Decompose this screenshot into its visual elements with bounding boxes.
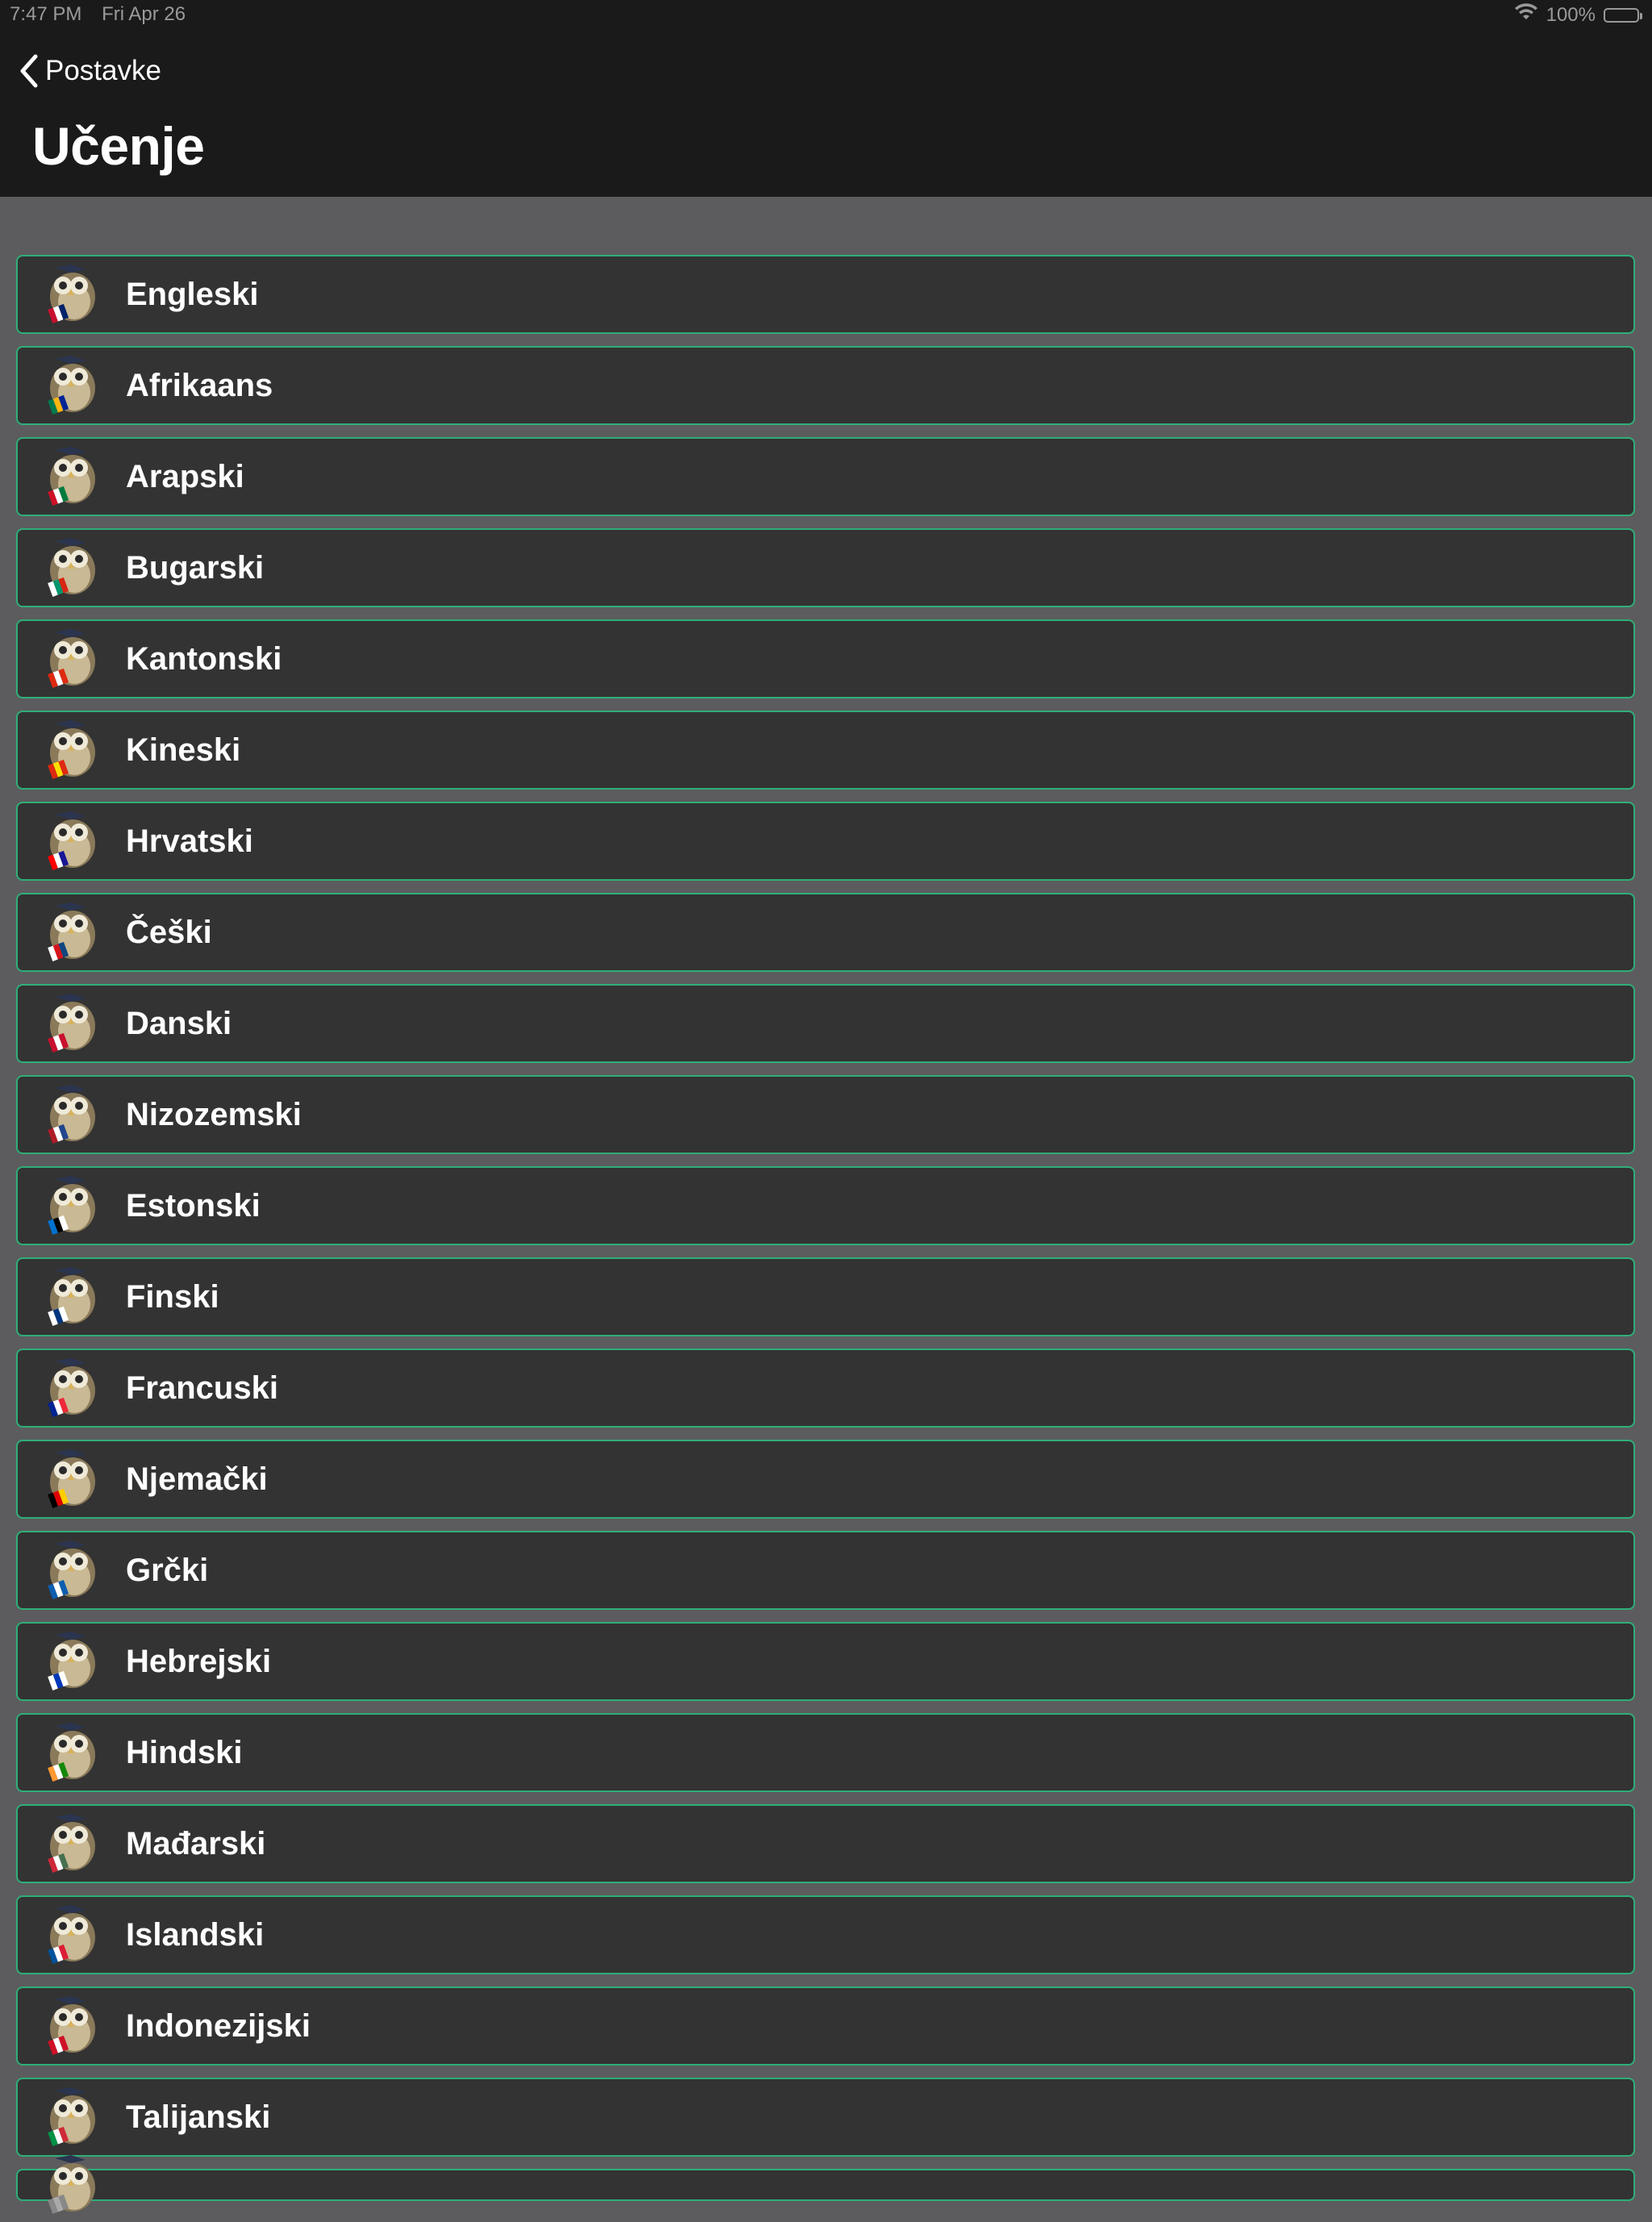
status-bar: 7:47 PM Fri Apr 26 100% <box>0 0 1652 32</box>
list-item-label: Kineski <box>126 732 241 768</box>
list-item-label: Indonezijski <box>126 2007 311 2044</box>
list-item-label: Hrvatski <box>126 823 253 859</box>
list-item[interactable]: Bugarski <box>16 528 1635 607</box>
list-item-label: Bugarski <box>126 549 265 586</box>
owl-flag-greece-icon <box>39 1537 105 1603</box>
owl-flag-denmark-icon <box>39 990 105 1057</box>
list-item[interactable]: Hrvatski <box>16 802 1635 881</box>
list-item[interactable]: Kantonski <box>16 619 1635 698</box>
back-button-label: Postavke <box>45 55 161 86</box>
chevron-left-icon <box>18 53 39 89</box>
list-item-label: Finski <box>126 1278 219 1315</box>
owl-flag-arabic-icon <box>39 444 105 510</box>
owl-flag-italy-icon <box>39 2084 105 2150</box>
list-item[interactable]: Engleski <box>16 255 1635 334</box>
owl-flag-finland-icon <box>39 1264 105 1330</box>
status-indicators: 100% <box>1514 3 1642 27</box>
list-item[interactable]: Danski <box>16 984 1635 1063</box>
list-item[interactable]: Finski <box>16 1257 1635 1336</box>
list-item-label: Arapski <box>126 458 244 494</box>
owl-flag-china-icon <box>39 717 105 783</box>
battery-percentage: 100% <box>1546 3 1596 26</box>
list-item-label: Hindski <box>126 1734 243 1770</box>
list-item[interactable]: Estonski <box>16 1166 1635 1245</box>
list-item[interactable]: Nizozemski <box>16 1075 1635 1154</box>
back-button[interactable]: Postavke <box>18 53 161 89</box>
owl-flag-hungary-icon <box>39 1811 105 1877</box>
list-item[interactable]: Talijanski <box>16 2078 1635 2157</box>
list-item-label: Afrikaans <box>126 367 273 403</box>
owl-flag-iceland-icon <box>39 1902 105 1968</box>
owl-flag-india-icon <box>39 1720 105 1786</box>
list-item[interactable]: Češki <box>16 893 1635 972</box>
list-item[interactable]: Arapski <box>16 437 1635 516</box>
list-item-label: Danski <box>126 1005 232 1041</box>
list-item[interactable]: Islandski <box>16 1895 1635 1974</box>
wifi-icon <box>1514 3 1538 27</box>
list-item-label: Islandski <box>126 1916 265 1953</box>
list-item[interactable]: Njemački <box>16 1440 1635 1519</box>
list-item[interactable]: Indonezijski <box>16 1986 1635 2066</box>
owl-flag-israel-icon <box>39 1628 105 1695</box>
list-item-label: Talijanski <box>126 2099 271 2135</box>
list-item[interactable]: Hindski <box>16 1713 1635 1792</box>
owl-flag-south-africa-icon <box>39 352 105 419</box>
list-item-label: Estonski <box>126 1187 261 1224</box>
list-item-label: Nizozemski <box>126 1096 302 1132</box>
list-item-label: Češki <box>126 914 212 950</box>
list-item[interactable]: Francuski <box>16 1349 1635 1428</box>
owl-flag-czech-icon <box>39 899 105 965</box>
owl-icon <box>39 2152 105 2218</box>
owl-flag-uk-icon <box>39 261 105 327</box>
list-item-label: Mađarski <box>126 1825 266 1861</box>
list-item[interactable] <box>16 2155 1635 2214</box>
list-item-label: Grčki <box>126 1552 209 1588</box>
list-item-label: Hebrejski <box>126 1643 272 1679</box>
owl-flag-croatia-icon <box>39 808 105 874</box>
navigation-header: 7:47 PM Fri Apr 26 100% Postavke Učenje <box>0 0 1652 197</box>
status-time-date: 7:47 PM Fri Apr 26 <box>10 3 200 26</box>
owl-flag-france-icon <box>39 1355 105 1421</box>
owl-flag-hong-kong-icon <box>39 626 105 692</box>
list-item[interactable]: Kineski <box>16 711 1635 790</box>
list-item[interactable]: Hebrejski <box>16 1622 1635 1701</box>
owl-flag-estonia-icon <box>39 1173 105 1239</box>
list-item-label: Engleski <box>126 276 259 312</box>
owl-flag-netherlands-icon <box>39 1082 105 1148</box>
owl-flag-germany-icon <box>39 1446 105 1512</box>
list-item-label: Njemački <box>126 1461 268 1497</box>
list-item[interactable]: Grčki <box>16 1531 1635 1610</box>
list-item-label: Francuski <box>126 1369 278 1406</box>
list-item[interactable]: Mađarski <box>16 1804 1635 1883</box>
language-list: Engleski Afrikaans Arapski Bugarski Kantonsk… <box>16 255 1635 2214</box>
owl-flag-indonesia-icon <box>39 1993 105 2059</box>
owl-flag-bulgaria-icon <box>39 535 105 601</box>
status-time: 7:47 PM <box>10 3 82 25</box>
list-item-label: Kantonski <box>126 640 282 677</box>
list-item[interactable]: Afrikaans <box>16 346 1635 425</box>
battery-icon <box>1604 7 1642 23</box>
status-date: Fri Apr 26 <box>102 3 186 25</box>
page-title: Učenje <box>32 116 205 176</box>
